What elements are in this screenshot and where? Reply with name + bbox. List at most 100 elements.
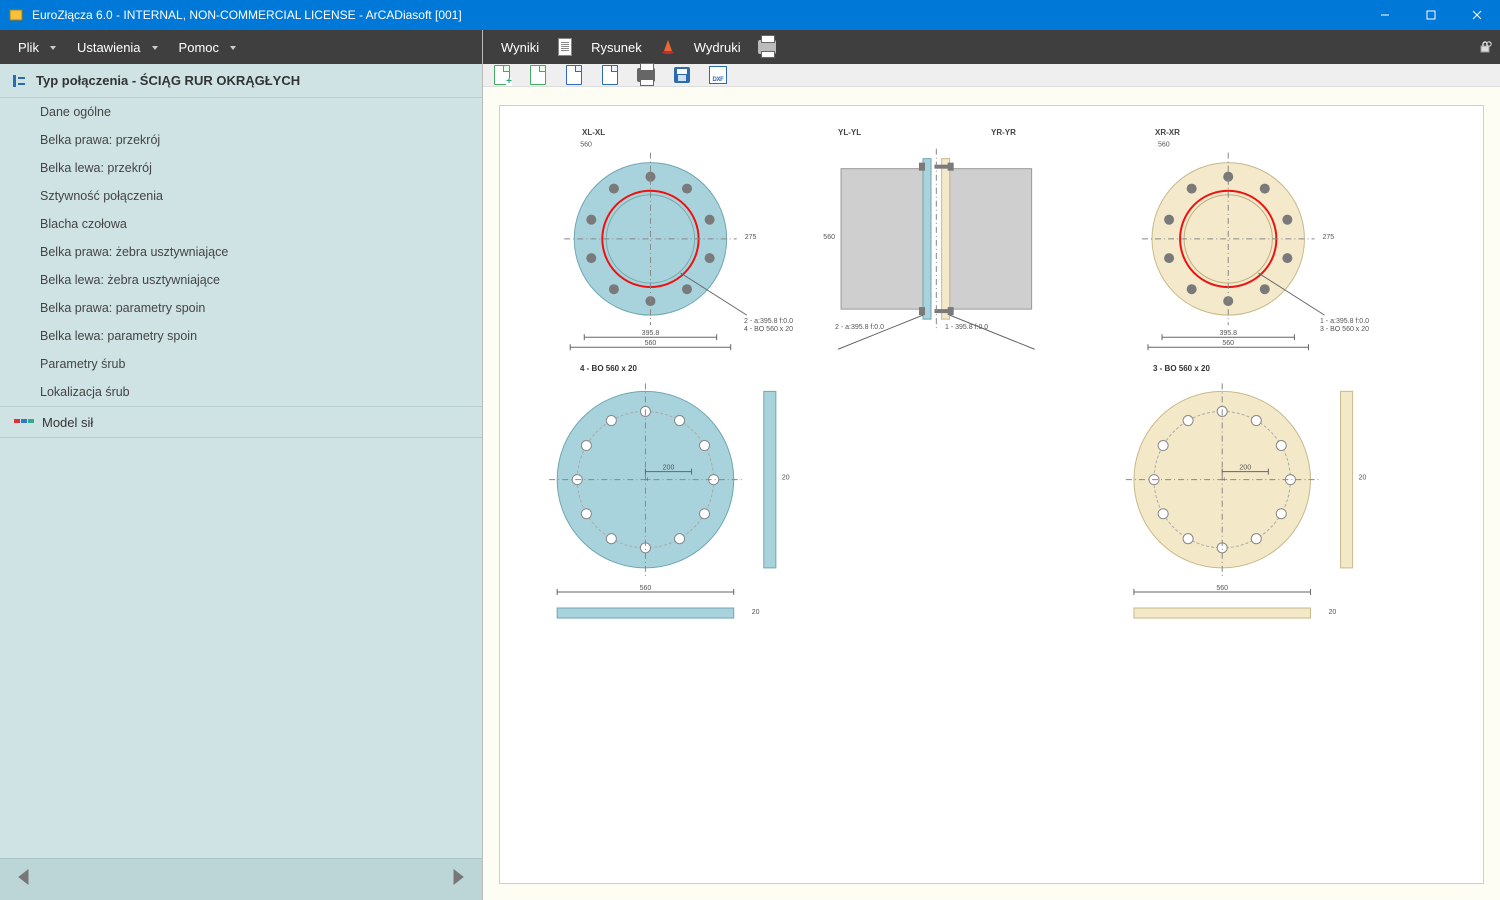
lock-icon[interactable] [1478,40,1492,54]
toolbar-magnify-page[interactable] [599,64,621,86]
canvas-wrap: 395.8 560 560 275 560 395.8 560 560 275 +200 20 560… [483,87,1500,900]
svg-text:20: 20 [1359,475,1367,482]
nav-item-label: Belka prawa: przekrój [40,133,160,147]
nav-item-blacha-czolowa[interactable]: Blacha czołowa [0,210,482,238]
connection-type-icon [10,72,28,90]
toolbar-save[interactable] [671,64,693,86]
svg-text:20: 20 [782,475,790,482]
menu-plik[interactable]: Plik [8,30,67,64]
view-label-yl: YL-YL [838,128,861,137]
svg-text:560: 560 [645,340,657,347]
leader-m-a: 2 - a:395.8 f:0.0 [835,324,884,331]
nav-header[interactable]: Typ połączenia - ŚCIĄG RUR OKRĄGŁYCH [0,64,482,98]
svg-text:560: 560 [823,234,835,241]
svg-text:+: + [1222,477,1226,484]
menu-label: Ustawienia [77,40,141,55]
left-panel: Plik Ustawienia Pomoc Typ połączenia - Ś… [0,30,483,900]
menu-label: Pomoc [179,40,219,55]
leader-tr-b: 3 - BO 560 x 20 [1320,326,1369,333]
svg-text:275: 275 [745,234,757,241]
nav-item-sztywnosc[interactable]: Sztywność połączenia [0,182,482,210]
app-icon [6,5,26,25]
toolbar-page[interactable] [527,64,549,86]
svg-text:560: 560 [580,142,592,149]
menu-label: Wyniki [501,40,539,55]
nav-item-belka-lewa-przekroj[interactable]: Belka lewa: przekrój [0,154,482,182]
right-panel: Wyniki Rysunek Wydruki [483,30,1500,900]
right-menu-bar: Wyniki Rysunek Wydruki [483,30,1500,64]
svg-text:560: 560 [1216,585,1228,592]
wydruki-icon [757,37,777,57]
svg-text:20: 20 [1329,609,1337,616]
menu-label: Wydruki [694,40,741,55]
toolbar-print[interactable] [635,64,657,86]
svg-text:20: 20 [752,609,760,616]
model-sil-icon [14,415,34,429]
nav-list: Dane ogólne Belka prawa: przekrój Belka … [0,98,482,858]
toolbar-dxf[interactable]: DXF [707,64,729,86]
svg-text:200: 200 [1239,465,1251,472]
nav-item-belka-lewa-zebra[interactable]: Belka lewa: żebra usztywniające [0,266,482,294]
nav-item-label: Belka lewa: przekrój [40,161,152,175]
svg-text:560: 560 [1222,340,1234,347]
leader-m-b: 1 - 395.8 f:0.0 [945,324,988,331]
nav-item-belka-prawa-spoiny[interactable]: Belka prawa: parametry spoin [0,294,482,322]
maximize-button[interactable] [1408,0,1454,30]
svg-text:560: 560 [640,585,652,592]
svg-text:+: + [645,477,649,484]
toolbar-new-page[interactable] [491,64,513,86]
caret-down-icon [49,40,57,55]
nav-item-label: Belka lewa: żebra usztywniające [40,273,220,287]
drawing-svg: 395.8 560 560 275 560 395.8 560 560 275 +200 20 560… [500,106,1483,883]
leader-tl-a: 2 - a:395.8 f:0.0 [744,318,793,325]
view-label-yr: YR-YR [991,128,1016,137]
caret-down-icon [229,40,237,55]
menu-wydruki[interactable]: Wydruki [684,30,751,64]
svg-text:275: 275 [1323,234,1335,241]
nav-section-label: Model sił [42,415,93,430]
nav-item-dane-ogolne[interactable]: Dane ogólne [0,98,482,126]
nav-item-belka-prawa-zebra[interactable]: Belka prawa: żebra usztywniające [0,238,482,266]
wyniki-icon [555,37,575,57]
window-title: EuroZłącza 6.0 - INTERNAL, NON-COMMERCIA… [32,8,462,22]
nav-footer [0,858,482,900]
nav-item-label: Belka prawa: żebra usztywniające [40,245,228,259]
nav-section-model-sil[interactable]: Model sił [0,406,482,438]
drawing-toolbar: DXF [483,64,1500,87]
close-button[interactable] [1454,0,1500,30]
menu-pomoc[interactable]: Pomoc [169,30,247,64]
menu-ustawienia[interactable]: Ustawienia [67,30,169,64]
toolbar-zoom-page[interactable] [563,64,585,86]
nav-item-belka-lewa-spoiny[interactable]: Belka lewa: parametry spoin [0,322,482,350]
nav-item-label: Belka lewa: parametry spoin [40,329,197,343]
nav-item-label: Blacha czołowa [40,217,127,231]
rysunek-icon [658,37,678,57]
leader-tl-b: 4 - BO 560 x 20 [744,326,793,333]
nav-item-label: Dane ogólne [40,105,111,119]
svg-text:560: 560 [1158,142,1170,149]
plate-title-left: 4 - BO 560 x 20 [580,364,637,373]
nav-item-label: Belka prawa: parametry spoin [40,301,205,315]
menu-rysunek[interactable]: Rysunek [581,30,652,64]
prev-button[interactable] [14,867,34,892]
nav-item-label: Sztywność połączenia [40,189,163,203]
nav-header-label: Typ połączenia - ŚCIĄG RUR OKRĄGŁYCH [36,73,300,88]
view-label-xr: XR-XR [1155,128,1180,137]
nav-item-parametry-srub[interactable]: Parametry śrub [0,350,482,378]
leader-tr-a: 1 - a:395.8 f:0.0 [1320,318,1369,325]
left-menu-bar: Plik Ustawienia Pomoc [0,30,482,64]
nav-item-lokalizacja-srub[interactable]: Lokalizacja śrub [0,378,482,406]
menu-label: Rysunek [591,40,642,55]
menu-label: Plik [18,40,39,55]
svg-text:395.8: 395.8 [642,330,660,337]
minimize-button[interactable] [1362,0,1408,30]
view-label-xl: XL-XL [582,128,605,137]
nav-item-belka-prawa-przekroj[interactable]: Belka prawa: przekrój [0,126,482,154]
nav-item-label: Parametry śrub [40,357,125,371]
menu-wyniki[interactable]: Wyniki [491,30,549,64]
nav-item-label: Lokalizacja śrub [40,385,130,399]
drawing-canvas[interactable]: 395.8 560 560 275 560 395.8 560 560 275 +200 20 560… [499,105,1484,884]
next-button[interactable] [448,867,468,892]
caret-down-icon [151,40,159,55]
svg-text:395.8: 395.8 [1219,330,1237,337]
